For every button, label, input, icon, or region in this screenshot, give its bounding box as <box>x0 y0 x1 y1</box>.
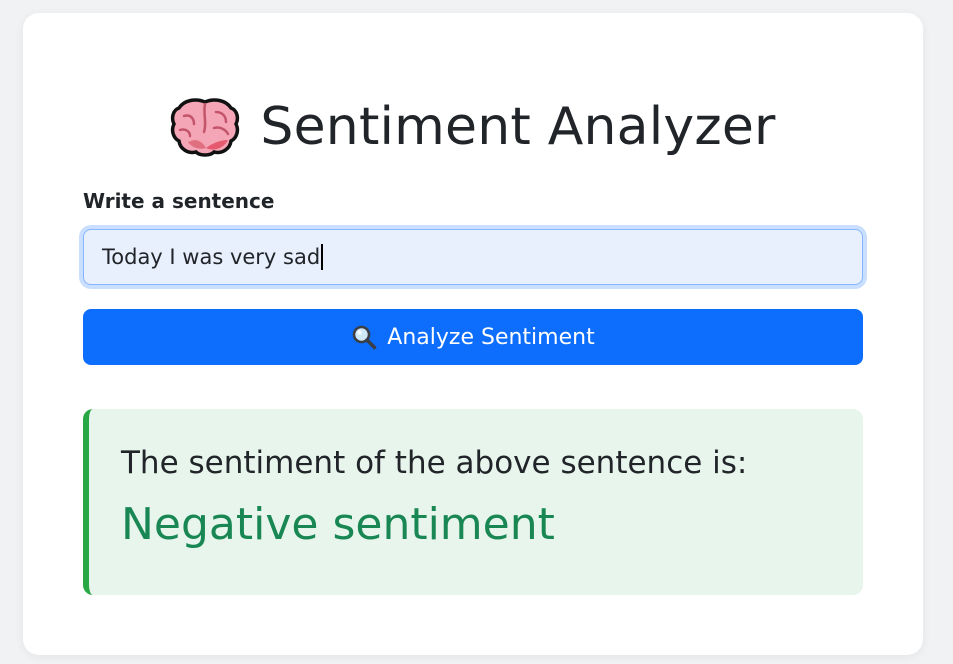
text-caret <box>321 244 324 270</box>
search-icon <box>351 324 377 350</box>
sentence-input-value: Today I was very sad <box>102 245 321 269</box>
analyze-sentiment-button[interactable]: Analyze Sentiment <box>83 309 863 365</box>
analyze-button-label: Analyze Sentiment <box>387 324 595 350</box>
sentence-input[interactable]: Today I was very sad <box>83 229 863 285</box>
result-heading: The sentiment of the above sentence is: <box>121 445 748 481</box>
brain-icon <box>170 96 240 158</box>
page-title: Sentiment Analyzer <box>260 97 776 157</box>
result-panel: The sentiment of the above sentence is: … <box>83 409 863 595</box>
sentiment-result: Negative sentiment <box>121 499 555 550</box>
sentence-label: Write a sentence <box>83 189 275 213</box>
title-row: Sentiment Analyzer <box>23 91 923 163</box>
main-card: Sentiment Analyzer Write a sentence Toda… <box>23 13 923 655</box>
